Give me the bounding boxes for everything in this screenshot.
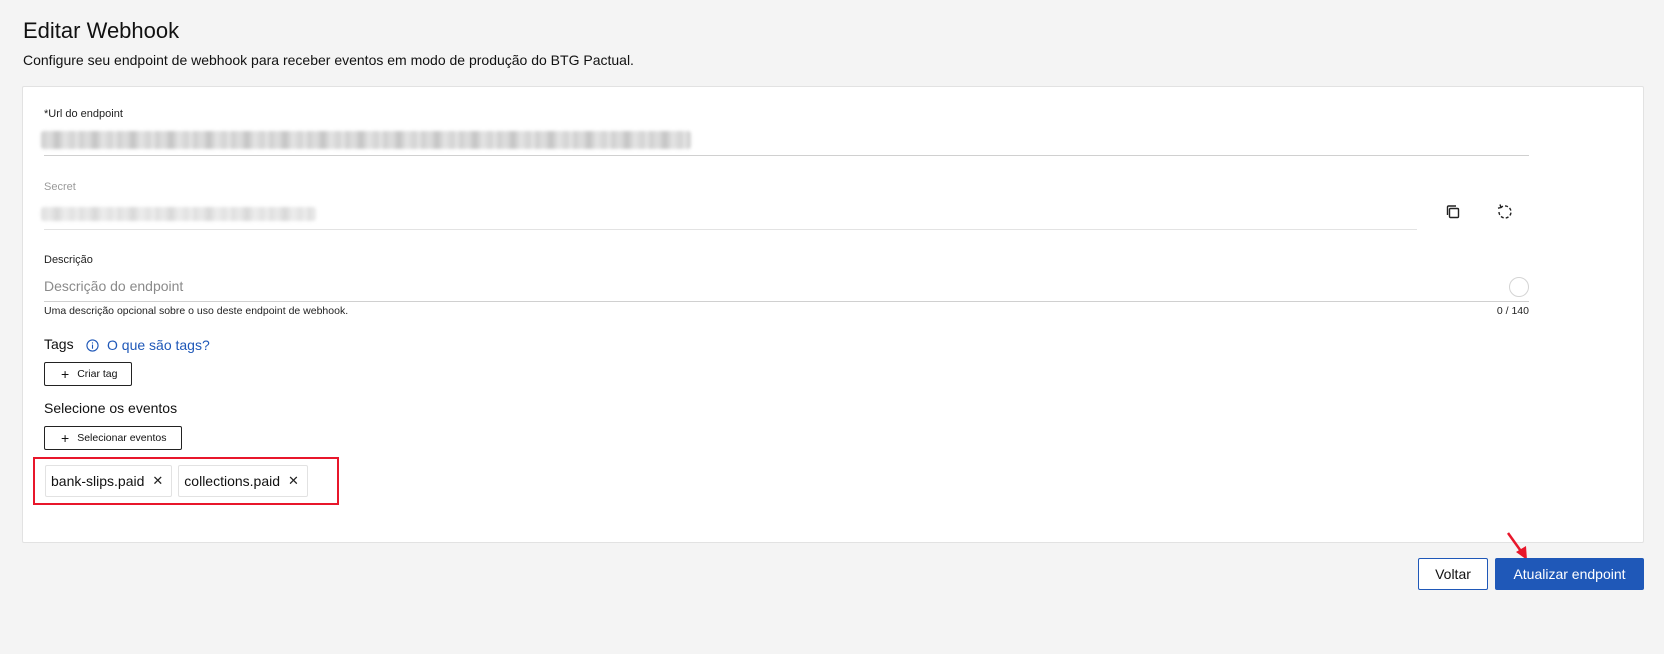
- tags-title: Tags: [44, 336, 74, 352]
- select-events-label: Selecionar eventos: [77, 432, 167, 444]
- events-title: Selecione os eventos: [44, 400, 178, 416]
- description-placeholder: Descrição do endpoint: [44, 278, 184, 294]
- selected-events-list: bank-slips.paid ✕ collections.paid ✕: [33, 457, 339, 505]
- update-endpoint-button[interactable]: Atualizar endpoint: [1495, 558, 1644, 590]
- back-button[interactable]: Voltar: [1418, 558, 1488, 590]
- event-chip: collections.paid ✕: [178, 465, 308, 497]
- page-subtitle: Configure seu endpoint de webhook para r…: [23, 52, 634, 68]
- description-helper-text: Uma descrição opcional sobre o uso deste…: [44, 305, 349, 317]
- secret-field-label: Secret: [44, 181, 76, 193]
- event-chip: bank-slips.paid ✕: [45, 465, 173, 497]
- description-field-label: Descrição: [44, 254, 93, 266]
- url-field-label: *Url do endpoint: [44, 108, 123, 120]
- secret-field-underline: [44, 229, 1417, 230]
- description-field[interactable]: Descrição do endpoint: [44, 273, 1529, 301]
- url-field[interactable]: [41, 125, 1529, 155]
- description-field-underline: [44, 301, 1529, 302]
- info-icon: [86, 338, 99, 352]
- refresh-icon: [1497, 204, 1512, 219]
- copy-icon: [1446, 205, 1460, 219]
- select-events-button[interactable]: + Selecionar eventos: [44, 426, 182, 450]
- annotation-arrow-icon: [1506, 532, 1527, 560]
- event-chip-label: collections.paid: [184, 473, 281, 489]
- secret-field: [41, 199, 1417, 229]
- webhook-form-card: *Url do endpoint Secret Descrição Descri…: [22, 86, 1644, 543]
- url-field-value-redacted: [41, 131, 691, 149]
- plus-icon: +: [61, 430, 70, 446]
- secret-field-value-redacted: [41, 207, 316, 221]
- what-are-tags-link[interactable]: O que são tags?: [86, 337, 210, 353]
- copy-secret-button[interactable]: [1441, 200, 1465, 224]
- url-field-underline: [44, 155, 1529, 156]
- remove-chip-icon[interactable]: ✕: [152, 473, 163, 489]
- create-tag-button[interactable]: + Criar tag: [44, 362, 133, 386]
- remove-chip-icon[interactable]: ✕: [288, 473, 299, 489]
- plus-icon: +: [61, 366, 70, 382]
- page-title: Editar Webhook: [23, 18, 180, 43]
- create-tag-label: Criar tag: [77, 368, 118, 380]
- description-char-counter: 0 / 140: [1496, 305, 1529, 317]
- regenerate-secret-button[interactable]: [1493, 200, 1517, 224]
- what-are-tags-label: O que são tags?: [107, 337, 210, 353]
- field-status-circle-icon: [1509, 277, 1529, 297]
- event-chip-label: bank-slips.paid: [51, 473, 145, 489]
